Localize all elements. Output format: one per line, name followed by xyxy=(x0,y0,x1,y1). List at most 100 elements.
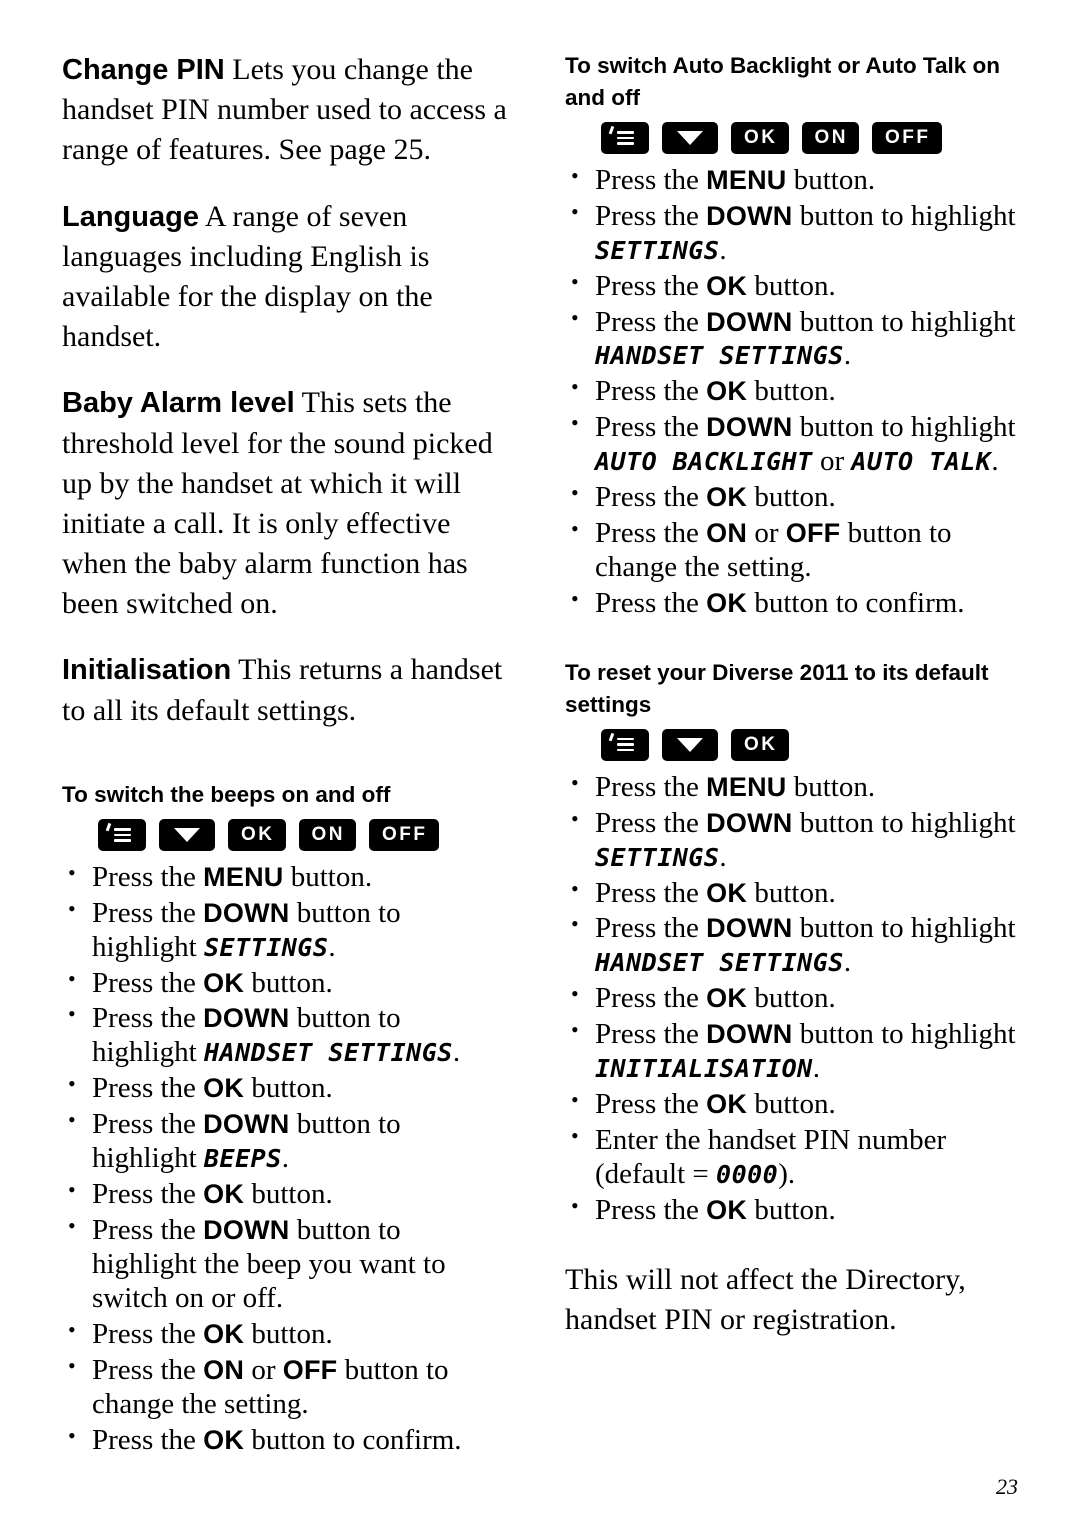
term-initialisation: Initialisation xyxy=(62,654,232,687)
list-item: Press the DOWN button to highlight HANDS… xyxy=(565,911,1020,980)
key-name: OK xyxy=(203,1073,245,1104)
key-name: DOWN xyxy=(203,1003,290,1034)
list-item: Press the DOWN button to highlight HANDS… xyxy=(62,1001,512,1070)
off-key-icon: OFF xyxy=(872,121,942,154)
heading-switch-beeps: To switch the beeps on and off xyxy=(62,781,391,807)
lcd-text: AUTO TALK xyxy=(851,447,992,477)
lcd-text: 0000 xyxy=(716,1159,779,1189)
list-item: Press the DOWN button to highlight INITI… xyxy=(565,1017,1020,1086)
menu-key-icon xyxy=(98,818,146,851)
key-strip-auto: OK ON OFF xyxy=(601,121,1020,154)
key-strip-reset: OK xyxy=(601,728,1020,761)
key-name: DOWN xyxy=(203,1109,290,1140)
list-item: Press the DOWN button to highlight SETTI… xyxy=(62,896,512,965)
list-item: Press the DOWN button to highlight BEEPS… xyxy=(62,1107,512,1176)
key-name: MENU xyxy=(203,861,284,892)
key-name: DOWN xyxy=(706,200,793,231)
list-item: Press the DOWN button to highlight SETTI… xyxy=(565,806,1020,875)
ok-key-icon: OK xyxy=(228,818,286,851)
steps-list-auto: Press the MENU button. Press the DOWN bu… xyxy=(565,163,1020,621)
list-item: Press the OK button. xyxy=(565,374,1020,409)
key-name: DOWN xyxy=(203,897,290,928)
key-name: OK xyxy=(706,587,748,618)
closing-note: This will not affect the Directory, hand… xyxy=(565,1262,966,1336)
list-item: Press the OK button. xyxy=(62,1177,512,1212)
paragraph-language: Language A range of seven languages incl… xyxy=(62,197,512,358)
key-name: DOWN xyxy=(706,807,793,838)
key-name: DOWN xyxy=(706,913,793,944)
key-name: DOWN xyxy=(706,306,793,337)
lcd-text: SETTINGS xyxy=(595,842,720,872)
key-name: OK xyxy=(706,1194,748,1225)
key-name: ON xyxy=(203,1354,245,1385)
lcd-text: AUTO BACKLIGHT xyxy=(595,447,813,477)
lcd-text: SETTINGS xyxy=(203,932,329,962)
list-item: Press the DOWN button to highlight HANDS… xyxy=(565,305,1020,374)
list-item: Press the ON or OFF button to change the… xyxy=(62,1353,512,1422)
lcd-text: SETTINGS xyxy=(595,235,720,265)
list-item: Press the OK button. xyxy=(565,1193,1020,1228)
on-key-icon: ON xyxy=(298,818,356,851)
key-name: OFF xyxy=(785,518,841,549)
list-item: Press the OK button to confirm. xyxy=(62,1423,512,1458)
list-item: Press the OK button. xyxy=(565,1087,1020,1122)
key-name: OK xyxy=(203,967,245,998)
list-item: Press the ON or OFF button to change the… xyxy=(565,516,1020,585)
list-item: Press the OK button. xyxy=(62,966,512,1001)
list-item: Press the OK button. xyxy=(62,1071,512,1106)
down-key-icon xyxy=(662,121,718,154)
list-item: Press the MENU button. xyxy=(62,860,512,895)
list-item: Press the DOWN button to highlight the b… xyxy=(62,1213,512,1316)
key-name: OK xyxy=(706,482,748,513)
lcd-text: INITIALISATION xyxy=(595,1054,813,1084)
list-item: Enter the handset PIN number (default = … xyxy=(565,1123,1020,1192)
menu-key-icon xyxy=(601,121,649,154)
term-baby-alarm-level: Baby Alarm level xyxy=(62,387,295,420)
down-key-icon xyxy=(159,818,215,851)
paragraph-baby-alarm-text: This sets the threshold level for the so… xyxy=(62,386,493,621)
list-item: Press the OK button. xyxy=(565,981,1020,1016)
list-item: Press the MENU button. xyxy=(565,770,1020,805)
key-name: OK xyxy=(706,983,748,1014)
left-column: Change PIN Lets you change the handset P… xyxy=(62,50,512,1459)
page-number: 23 xyxy=(996,1474,1018,1499)
term-change-pin: Change PIN xyxy=(62,54,225,86)
steps-list-beeps: Press the MENU button. Press the DOWN bu… xyxy=(62,860,512,1458)
right-column: To switch Auto Backlight or Auto Talk on… xyxy=(565,50,1020,1370)
steps-list-reset: Press the MENU button. Press the DOWN bu… xyxy=(565,770,1020,1228)
paragraph-change-pin: Change PIN Lets you change the handset P… xyxy=(62,50,512,171)
lcd-text: BEEPS xyxy=(203,1144,282,1174)
list-item: Press the OK button. xyxy=(565,269,1020,304)
key-strip-beeps: OK ON OFF xyxy=(98,818,512,851)
key-name: OK xyxy=(706,877,748,908)
key-name: OK xyxy=(203,1318,245,1349)
key-name: DOWN xyxy=(706,412,793,443)
list-item: Press the DOWN button to highlight SETTI… xyxy=(565,199,1020,268)
list-item: Press the DOWN button to highlight AUTO … xyxy=(565,410,1020,479)
heading-reset-default: To reset your Diverse 2011 to its defaul… xyxy=(565,659,989,717)
heading-auto-backlight-talk: To switch Auto Backlight or Auto Talk on… xyxy=(565,53,1000,110)
key-name: DOWN xyxy=(706,1019,793,1050)
key-name: MENU xyxy=(706,164,787,195)
off-key-icon: OFF xyxy=(369,818,439,851)
lcd-text: HANDSET SETTINGS xyxy=(595,948,844,978)
key-name: OK xyxy=(706,376,748,407)
lcd-text: HANDSET SETTINGS xyxy=(203,1038,453,1068)
manual-page: Change PIN Lets you change the handset P… xyxy=(0,0,1080,1530)
term-language: Language xyxy=(62,200,199,233)
key-name: ON xyxy=(706,518,748,549)
list-item: Press the OK button. xyxy=(565,480,1020,515)
key-name: OK xyxy=(706,1089,748,1120)
key-name: OK xyxy=(203,1424,245,1455)
key-name: DOWN xyxy=(203,1214,290,1245)
key-name: OFF xyxy=(282,1354,338,1385)
down-key-icon xyxy=(662,728,718,761)
paragraph-baby-alarm-level: Baby Alarm level This sets the threshold… xyxy=(62,383,512,624)
list-item: Press the OK button. xyxy=(565,876,1020,911)
key-name: OK xyxy=(706,270,748,301)
ok-key-icon: OK xyxy=(731,121,789,154)
list-item: Press the MENU button. xyxy=(565,163,1020,198)
on-key-icon: ON xyxy=(801,121,859,154)
list-item: Press the OK button. xyxy=(62,1317,512,1352)
lcd-text: HANDSET SETTINGS xyxy=(595,341,844,371)
